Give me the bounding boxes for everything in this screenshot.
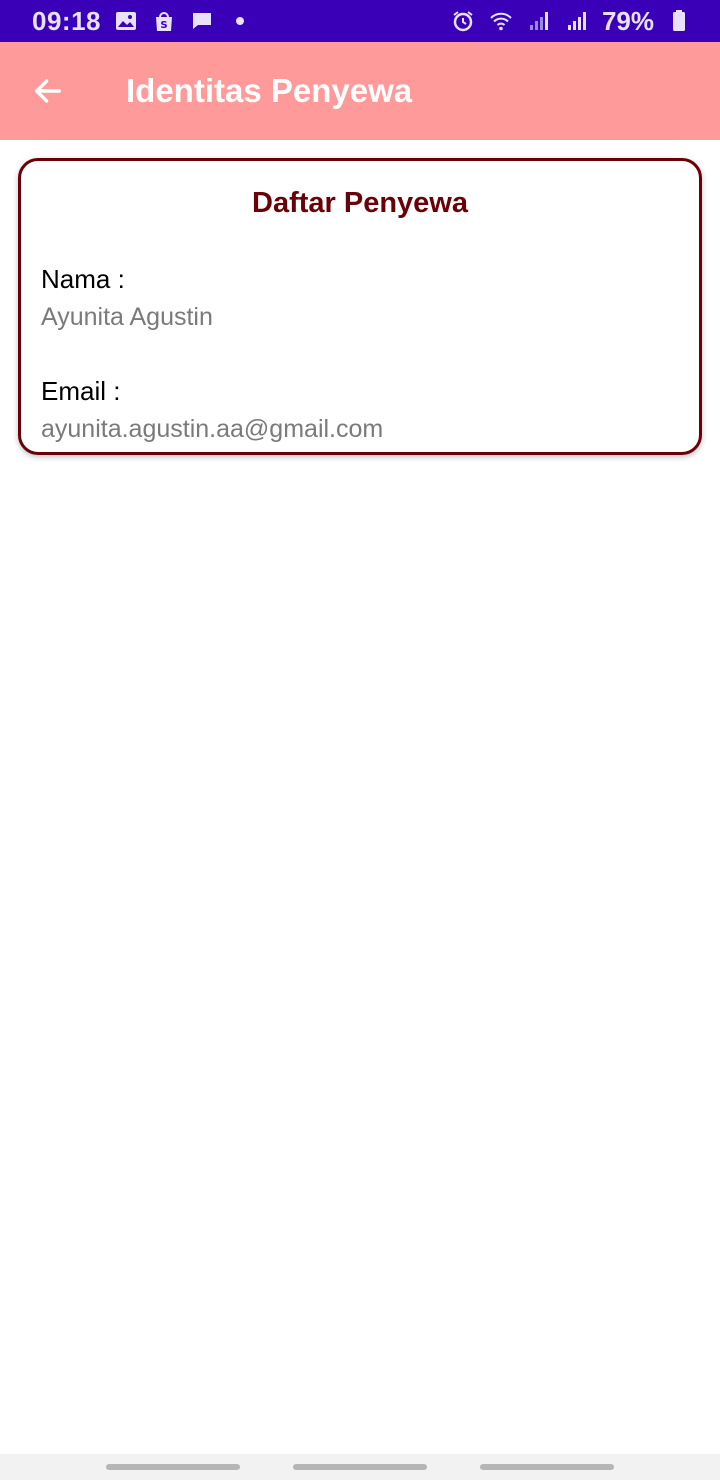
battery-icon (666, 8, 692, 34)
alarm-icon (450, 8, 476, 34)
svg-text:S: S (160, 20, 167, 31)
status-bar: 09:18 S 79% (0, 0, 720, 42)
arrow-left-icon (34, 79, 62, 103)
gallery-icon (113, 8, 139, 34)
dot-icon (227, 8, 253, 34)
nav-recents-button[interactable] (106, 1464, 241, 1470)
wifi-icon (488, 8, 514, 34)
name-label: Nama : (41, 264, 125, 294)
signal-icon (564, 8, 590, 34)
nav-back-button[interactable] (479, 1464, 614, 1470)
nav-home-button[interactable] (292, 1464, 427, 1470)
email-value: ayunita.agustin.aa@gmail.com (41, 415, 384, 443)
back-button[interactable] (0, 42, 96, 140)
signal-icon (526, 8, 552, 34)
email-label: Email : (41, 376, 121, 406)
navigation-bar (0, 1454, 720, 1480)
tenant-card: Daftar Penyewa Nama : Ayunita Agustin Em… (18, 158, 702, 455)
name-value: Ayunita Agustin (41, 303, 213, 331)
app-bar: Identitas Penyewa (0, 42, 720, 140)
battery-percentage: 79% (601, 5, 654, 36)
page-title: Identitas Penyewa (126, 72, 413, 109)
status-left: 09:18 S (32, 6, 253, 37)
shopee-icon: S (151, 8, 177, 34)
card-title: Daftar Penyewa (252, 187, 468, 219)
status-right: 79% (450, 6, 692, 37)
status-time: 09:18 (32, 5, 101, 36)
message-icon (189, 8, 215, 34)
